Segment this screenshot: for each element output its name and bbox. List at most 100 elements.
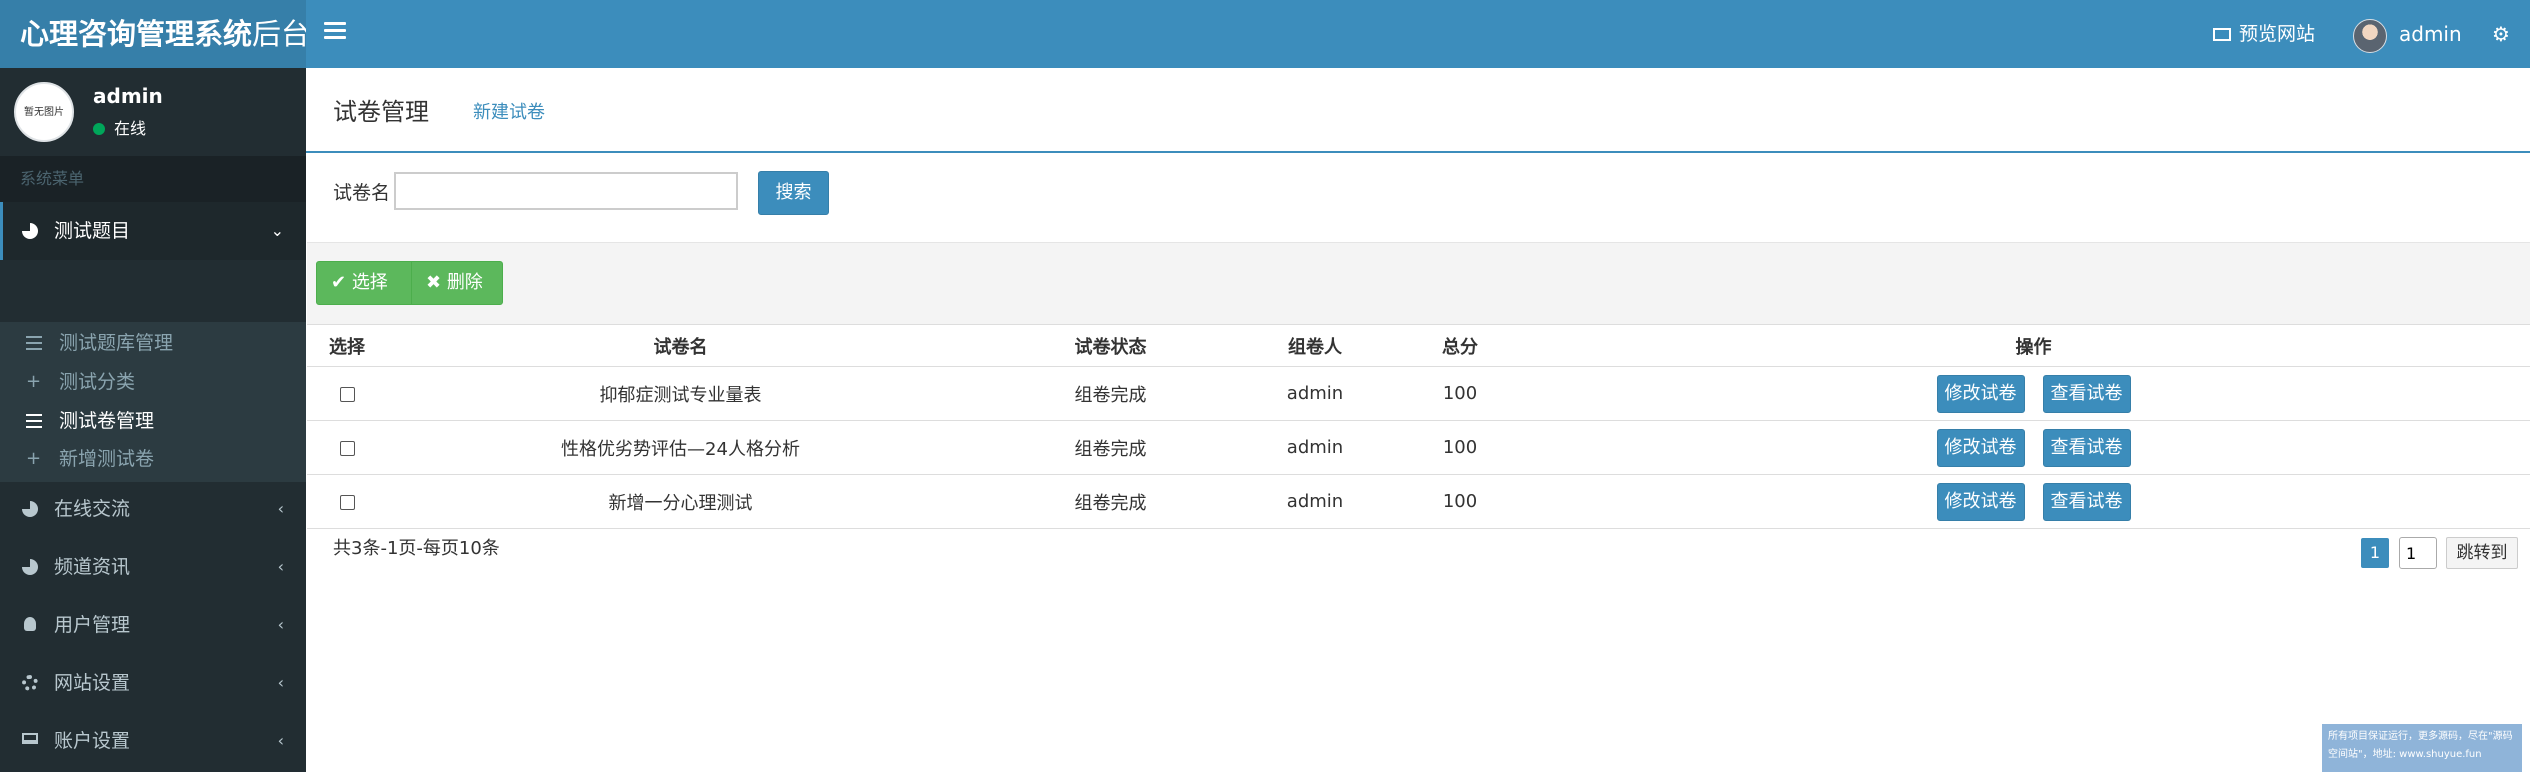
pie-chart-icon — [22, 223, 38, 239]
chevron-left-icon: ‹ — [277, 673, 284, 692]
sidebar-submenu: 测试题库管理 + 测试分类 测试卷管理 + 新增测试卷 — [0, 322, 306, 482]
sidebar-item-label: 网站设置 — [54, 672, 131, 694]
delete-button[interactable]: ✖ 删除 — [411, 261, 503, 305]
sidebar-toggle-icon[interactable] — [324, 22, 346, 44]
user-icon — [24, 617, 36, 631]
plus-icon: + — [26, 448, 42, 469]
view-paper-button[interactable]: 查看试卷 — [2042, 428, 2131, 467]
user-status: 在线 — [93, 115, 146, 139]
sidebar-item-label: 测试题目 — [54, 220, 131, 242]
search-button[interactable]: 搜索 — [758, 171, 829, 215]
user-status-label: 在线 — [114, 119, 147, 138]
paper-score: 100 — [1383, 420, 1537, 475]
sidebar-item-label: 用户管理 — [54, 614, 131, 636]
sidebar-item-label: 账户设置 — [54, 730, 131, 752]
list-icon — [26, 336, 42, 350]
row-checkbox[interactable] — [339, 440, 355, 456]
new-paper-link[interactable]: 新建试卷 — [473, 98, 545, 124]
page-number-current[interactable]: 1 — [2361, 538, 2389, 568]
row-checkbox[interactable] — [339, 494, 355, 510]
page-title: 试卷管理 — [333, 98, 429, 126]
check-icon: ✔ — [331, 272, 352, 293]
notice-line: 空间站"，地址: www.shuyue.fun — [2328, 749, 2482, 760]
sidebar-subitem-label: 测试分类 — [59, 371, 136, 393]
pagination-info: 共3条-1页-每页10条 — [333, 538, 500, 559]
sidebar: 暂无图片 admin 在线 系统菜单 测试题目 ⌄ 测试题库管理 + 测试分类 测… — [0, 68, 306, 772]
online-dot-icon — [93, 123, 105, 135]
logo-title: 心理咨询管理系统 — [20, 17, 253, 51]
col-header-creator: 组卷人 — [1247, 324, 1383, 367]
paper-score: 100 — [1383, 366, 1537, 421]
paper-score: 100 — [1383, 474, 1537, 529]
sidebar-user-panel: 暂无图片 admin 在线 — [0, 68, 306, 156]
notice-line: 所有项目保证运行，更多源码，尽在"源码 — [2328, 731, 2513, 742]
gear-icon — [22, 675, 38, 691]
paper-status: 组卷完成 — [974, 420, 1247, 475]
table-row: 抑郁症测试专业量表 组卷完成 admin 100 修改试卷 查看试卷 — [307, 366, 2530, 421]
source-notice: 所有项目保证运行，更多源码，尽在"源码 空间站"，地址: www.shuyue.… — [2322, 724, 2522, 772]
paper-name: 性格优劣势评估—24人格分析 — [387, 420, 974, 475]
chevron-left-icon: ‹ — [277, 615, 284, 634]
pie-chart-icon — [22, 559, 38, 575]
row-checkbox[interactable] — [339, 386, 355, 402]
paper-creator: admin — [1247, 366, 1383, 421]
chevron-left-icon: ‹ — [277, 731, 284, 750]
sidebar-subitem-question-bank[interactable]: 测试题库管理 — [0, 324, 306, 362]
avatar: 暂无图片 — [14, 82, 74, 142]
settings-gears-icon[interactable]: ⚙ — [2492, 22, 2516, 46]
sidebar-item-site-settings[interactable]: 网站设置 ‹ — [0, 654, 306, 712]
select-button[interactable]: ✔ 选择 — [316, 261, 412, 305]
sidebar-item-test-questions[interactable]: 测试题目 ⌄ — [0, 202, 306, 260]
paper-creator: admin — [1247, 474, 1383, 529]
action-toolbar: ✔ 选择 ✖ 删除 — [307, 242, 2530, 326]
sidebar-item-label: 在线交流 — [54, 498, 131, 520]
search-input[interactable] — [394, 172, 738, 210]
select-button-label: 选择 — [351, 272, 388, 293]
app-logo[interactable]: 心理咨询管理系统后台 — [0, 0, 310, 68]
paper-status: 组卷完成 — [974, 366, 1247, 421]
preview-site-link[interactable]: 预览网站 — [2213, 0, 2315, 68]
paper-creator: admin — [1247, 420, 1383, 475]
view-paper-button[interactable]: 查看试卷 — [2042, 482, 2131, 521]
sidebar-item-online-chat[interactable]: 在线交流 ‹ — [0, 480, 306, 538]
user-avatar — [2353, 18, 2387, 53]
sidebar-subitem-label: 新增测试卷 — [59, 448, 155, 470]
chevron-left-icon: ‹ — [277, 557, 284, 576]
preview-site-label: 预览网站 — [2239, 23, 2316, 45]
user-menu-name: admin — [2399, 22, 2462, 46]
sidebar-subitem-add-paper[interactable]: + 新增测试卷 — [0, 440, 306, 478]
page-jump-input[interactable] — [2399, 537, 2437, 569]
view-paper-button[interactable]: 查看试卷 — [2042, 374, 2131, 413]
paper-status: 组卷完成 — [974, 474, 1247, 529]
sidebar-subitem-test-category[interactable]: + 测试分类 — [0, 363, 306, 401]
content-header: 试卷管理 新建试卷 — [306, 68, 2530, 153]
user-menu[interactable]: admin — [2353, 0, 2462, 68]
col-header-score: 总分 — [1383, 324, 1537, 367]
sidebar-user-name: admin — [93, 84, 163, 108]
chevron-left-icon: ‹ — [277, 499, 284, 518]
list-icon — [26, 414, 42, 428]
sidebar-item-channel-news[interactable]: 频道资讯 ‹ — [0, 538, 306, 596]
sidebar-item-user-management[interactable]: 用户管理 ‹ — [0, 596, 306, 654]
logo-subtitle: 后台 — [252, 17, 311, 51]
envelope-icon — [2213, 28, 2231, 41]
sidebar-subitem-label: 测试卷管理 — [59, 410, 155, 432]
laptop-icon — [22, 733, 38, 744]
plus-icon: + — [26, 371, 42, 392]
col-header-select: 选择 — [307, 324, 387, 367]
edit-paper-button[interactable]: 修改试卷 — [1936, 428, 2025, 467]
sidebar-item-label: 频道资讯 — [54, 556, 131, 578]
sidebar-item-account-settings[interactable]: 账户设置 ‹ — [0, 712, 306, 770]
close-icon: ✖ — [426, 272, 447, 293]
edit-paper-button[interactable]: 修改试卷 — [1936, 374, 2025, 413]
chevron-down-icon: ⌄ — [270, 221, 284, 240]
table-row: 新增一分心理测试 组卷完成 admin 100 修改试卷 查看试卷 — [307, 474, 2530, 529]
col-header-actions: 操作 — [1537, 324, 2530, 367]
sidebar-subitem-label: 测试题库管理 — [59, 332, 174, 354]
top-navbar: 预览网站 admin ⚙ — [306, 0, 2530, 68]
search-label: 试卷名 — [333, 182, 391, 204]
edit-paper-button[interactable]: 修改试卷 — [1936, 482, 2025, 521]
col-header-status: 试卷状态 — [974, 324, 1247, 367]
sidebar-subitem-paper-management[interactable]: 测试卷管理 — [0, 402, 306, 440]
page-jump-button[interactable]: 跳转到 — [2446, 537, 2518, 569]
